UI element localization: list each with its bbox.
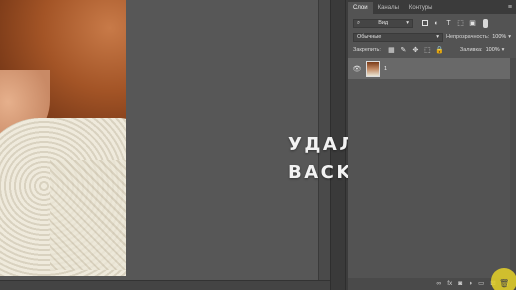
layers-scrollbar[interactable] — [510, 58, 516, 278]
blend-row: Обычные ▾ Непрозрачность: 100% ▾ — [348, 32, 516, 42]
layer-style-icon[interactable]: fx — [447, 280, 452, 288]
add-mask-icon[interactable]: ◙ — [458, 280, 462, 288]
filter-adjustment-icon[interactable]: ◐ — [432, 19, 441, 28]
filter-kind-label: Вид — [378, 20, 389, 26]
layer-thumbnail — [366, 60, 380, 77]
filter-smart-object-icon[interactable]: ▣ — [468, 19, 477, 28]
portrait-photo — [0, 0, 126, 276]
blend-mode-value: Обычные — [357, 34, 382, 40]
filter-shape-icon[interactable]: ⬚ — [456, 19, 465, 28]
new-group-icon[interactable]: ▭ — [478, 280, 484, 288]
filter-type-icon[interactable]: T — [444, 19, 453, 28]
blend-mode-select[interactable]: Обычные ▾ — [353, 32, 443, 42]
lock-label: Закрепить: — [353, 47, 381, 53]
filter-pixel-icon[interactable] — [420, 19, 429, 28]
filter-kind-select[interactable]: ⌕ Вид ▾ — [353, 18, 413, 28]
layers-panel: Слои Каналы Контуры ≡ ⌕ Вид ▾ ◐ T ⬚ ▣ Об… — [348, 0, 516, 290]
panel-tabs: Слои Каналы Контуры ≡ — [348, 0, 516, 14]
fill-value[interactable]: 100% — [486, 47, 500, 53]
canvas-horizontal-scrollbar[interactable] — [0, 280, 330, 290]
chevron-down-icon: ▾ — [436, 34, 439, 40]
tab-paths[interactable]: Контуры — [404, 2, 438, 14]
fill-label: Заливка: — [459, 47, 483, 53]
lock-position-icon[interactable]: ✥ — [411, 46, 420, 55]
chevron-down-icon[interactable]: ▾ — [508, 34, 511, 40]
search-icon: ⌕ — [357, 19, 361, 26]
opacity-value[interactable]: 100% — [492, 34, 506, 40]
lock-brush-icon[interactable]: ✎ — [399, 46, 408, 55]
filter-toggle[interactable] — [483, 18, 488, 28]
opacity-label: Непрозрачность: — [446, 34, 490, 40]
tab-channels[interactable]: Каналы — [373, 2, 404, 14]
link-layers-icon[interactable]: ∞ — [437, 280, 442, 288]
document-canvas[interactable] — [0, 0, 318, 280]
trash-icon[interactable]: 🗑 — [499, 279, 509, 288]
tab-layers[interactable]: Слои — [348, 2, 373, 14]
chevron-down-icon[interactable]: ▾ — [502, 47, 505, 53]
eye-icon[interactable]: 👁 — [351, 65, 363, 73]
lock-artboard-icon[interactable]: ⬚ — [423, 46, 432, 55]
chevron-down-icon: ▾ — [406, 20, 409, 26]
adjustment-layer-icon[interactable]: ◑ — [468, 280, 472, 288]
lock-row: Закрепить: ▦ ✎ ✥ ⬚ 🔒 Заливка: 100% ▾ — [348, 45, 516, 55]
layer-filter-row: ⌕ Вид ▾ ◐ T ⬚ ▣ — [348, 17, 516, 29]
lock-transparency-icon[interactable]: ▦ — [387, 46, 396, 55]
layer-row[interactable]: 👁 1 — [348, 58, 510, 79]
photo-sweater-detail — [50, 160, 126, 270]
panel-menu-icon[interactable]: ≡ — [504, 4, 516, 14]
lock-all-icon[interactable]: 🔒 — [435, 46, 444, 55]
layer-name[interactable]: 1 — [384, 66, 387, 72]
